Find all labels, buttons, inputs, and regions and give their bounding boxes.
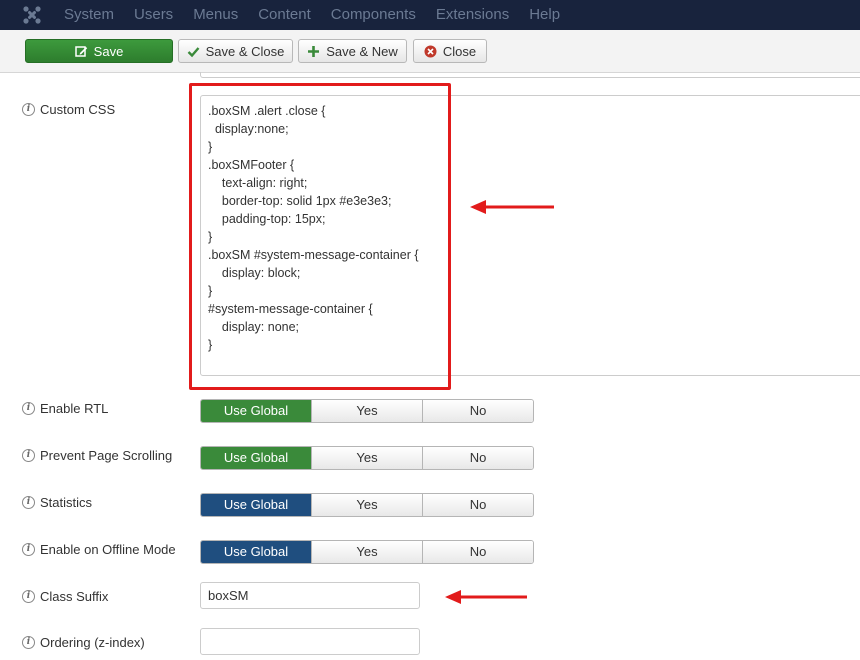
enable-rtl-yes[interactable]: Yes	[311, 400, 422, 422]
class-suffix-label: i Class Suffix	[22, 589, 108, 604]
enable-rtl-label: i Enable RTL	[22, 401, 108, 416]
save-close-button[interactable]: Save & Close	[178, 39, 293, 63]
info-icon[interactable]: i	[22, 103, 35, 116]
annotation-arrow-icon	[470, 200, 554, 214]
prevent-scrolling-use-global[interactable]: Use Global	[201, 447, 311, 469]
info-icon[interactable]: i	[22, 636, 35, 649]
menu-extensions[interactable]: Extensions	[426, 0, 519, 30]
main-menu: System Users Menus Content Components Ex…	[54, 0, 570, 30]
enable-offline-mode-label-text: Enable on Offline Mode	[40, 542, 176, 557]
statistics-label: i Statistics	[22, 495, 92, 510]
offline-mode-use-global[interactable]: Use Global	[201, 541, 311, 563]
enable-rtl-no[interactable]: No	[422, 400, 533, 422]
close-button-label: Close	[442, 43, 477, 59]
enable-offline-mode-label: i Enable on Offline Mode	[22, 542, 176, 557]
info-icon[interactable]: i	[22, 449, 35, 462]
edit-icon	[74, 45, 87, 57]
prevent-page-scrolling-label-text: Prevent Page Scrolling	[40, 448, 173, 463]
prevent-scrolling-yes[interactable]: Yes	[311, 447, 422, 469]
info-icon[interactable]: i	[22, 496, 35, 509]
enable-rtl-label-text: Enable RTL	[40, 401, 109, 416]
statistics-toggle: Use Global Yes No	[200, 493, 534, 517]
custom-css-label: i Custom CSS	[22, 102, 115, 117]
prevent-scrolling-no[interactable]: No	[422, 447, 533, 469]
menu-help[interactable]: Help	[519, 0, 570, 30]
plus-icon	[308, 45, 320, 57]
info-icon[interactable]: i	[22, 590, 35, 603]
ordering-label-text: Ordering (z-index)	[40, 635, 145, 650]
statistics-yes[interactable]: Yes	[311, 494, 422, 516]
toolbar: Save Save & Close Save & New Close	[0, 30, 860, 73]
statistics-no[interactable]: No	[422, 494, 533, 516]
menu-components[interactable]: Components	[321, 0, 426, 30]
save-close-label: Save & Close	[205, 43, 285, 59]
custom-css-label-text: Custom CSS	[40, 102, 116, 117]
close-button[interactable]: Close	[413, 39, 487, 63]
save-new-button[interactable]: Save & New	[298, 39, 407, 63]
save-button[interactable]: Save	[25, 39, 173, 63]
save-button-label: Save	[93, 43, 124, 59]
info-icon[interactable]: i	[22, 543, 35, 556]
ordering-input[interactable]	[200, 628, 420, 655]
top-navigation: System Users Menus Content Components Ex…	[0, 0, 860, 30]
enable-rtl-toggle: Use Global Yes No	[200, 399, 534, 423]
enable-rtl-use-global[interactable]: Use Global	[201, 400, 311, 422]
custom-css-textarea[interactable]: .boxSM .alert .close { display:none; } .…	[200, 95, 860, 376]
previous-field-edge	[200, 72, 860, 78]
class-suffix-input[interactable]	[200, 582, 420, 609]
class-suffix-label-text: Class Suffix	[40, 589, 109, 604]
menu-menus[interactable]: Menus	[183, 0, 248, 30]
joomla-logo-icon[interactable]	[22, 5, 42, 25]
menu-users[interactable]: Users	[124, 0, 183, 30]
menu-content[interactable]: Content	[248, 0, 321, 30]
enable-offline-mode-toggle: Use Global Yes No	[200, 540, 534, 564]
menu-system[interactable]: System	[54, 0, 124, 30]
annotation-arrow-icon	[445, 590, 527, 604]
info-icon[interactable]: i	[22, 402, 35, 415]
check-icon	[187, 46, 200, 57]
prevent-page-scrolling-label: i Prevent Page Scrolling	[22, 448, 172, 463]
statistics-label-text: Statistics	[40, 495, 93, 510]
save-new-label: Save & New	[326, 43, 398, 59]
statistics-use-global[interactable]: Use Global	[201, 494, 311, 516]
prevent-page-scrolling-toggle: Use Global Yes No	[200, 446, 534, 470]
offline-mode-no[interactable]: No	[422, 541, 533, 563]
ordering-label: i Ordering (z-index)	[22, 635, 145, 650]
offline-mode-yes[interactable]: Yes	[311, 541, 422, 563]
close-circle-icon	[424, 45, 437, 57]
